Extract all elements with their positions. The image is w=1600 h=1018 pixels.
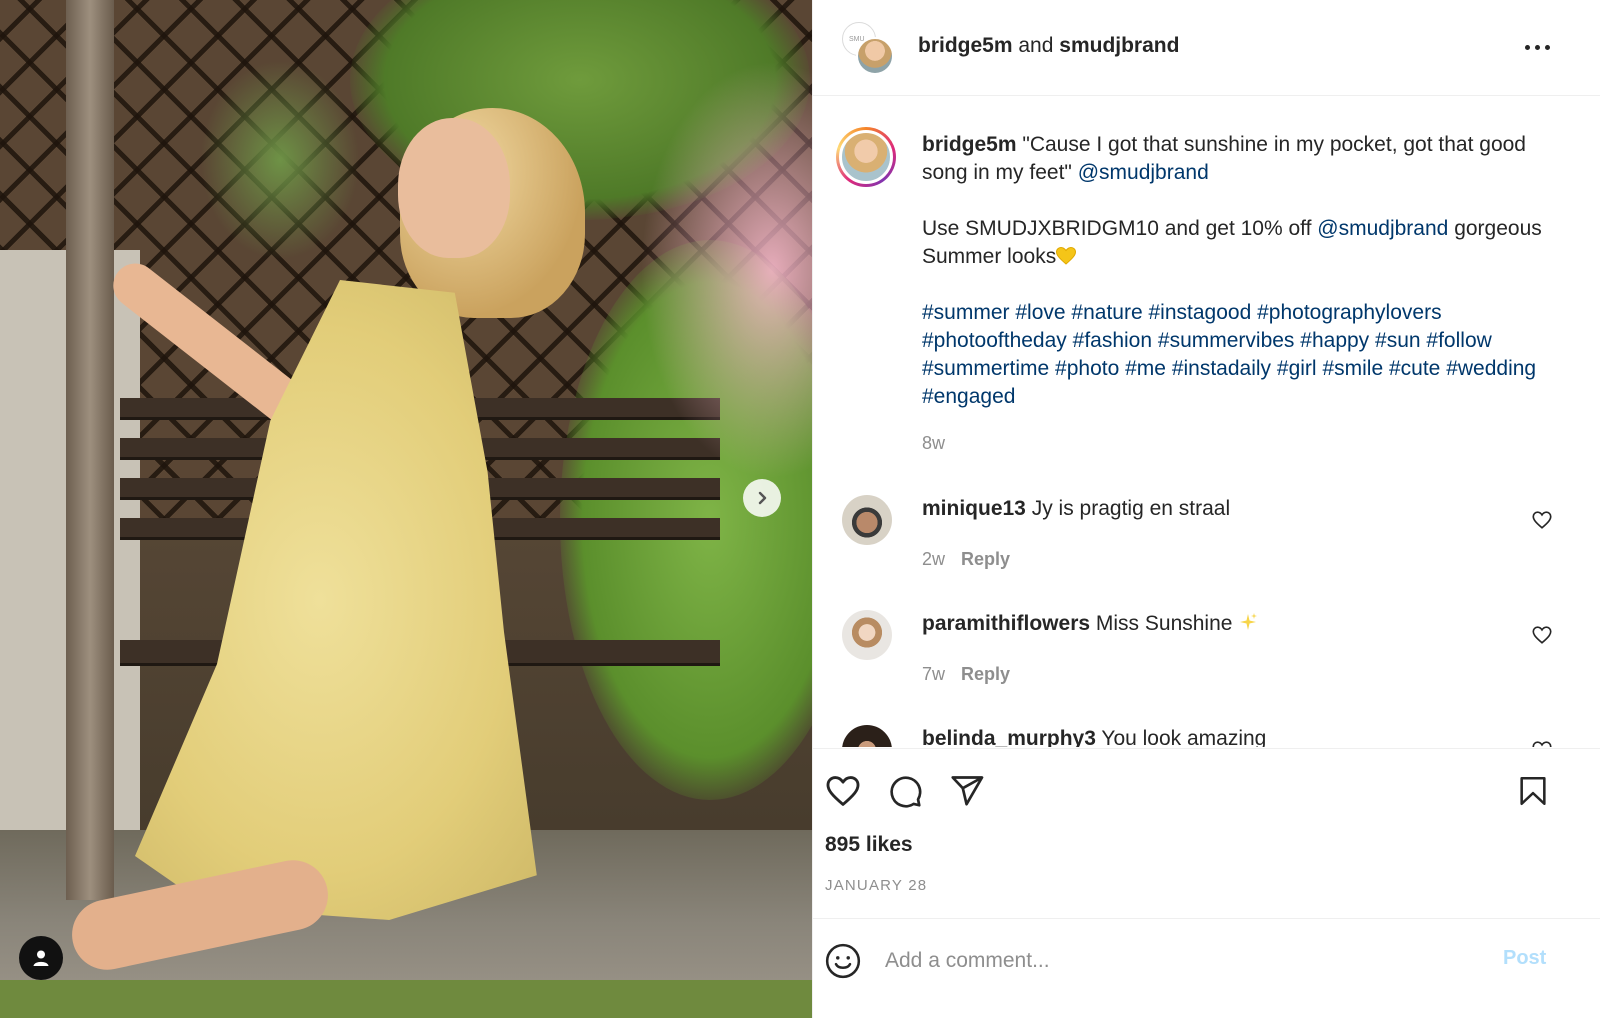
- hashtag-link[interactable]: #fashion: [1073, 329, 1152, 352]
- wooden-post: [66, 0, 114, 900]
- woman-face: [398, 118, 510, 258]
- caption-hashtags: #summer #love #nature #instagood #photog…: [922, 299, 1562, 411]
- caption-avatar-image: [839, 130, 893, 184]
- emoji-picker-button[interactable]: [821, 939, 865, 983]
- caption-mention[interactable]: @smudjbrand: [1317, 217, 1448, 240]
- comment-item: minique13 Jy is pragtig en straal 2w Repl…: [813, 495, 1600, 595]
- smiley-icon: [825, 943, 861, 979]
- likes-count[interactable]: 895 likes: [825, 833, 913, 857]
- post-comment-button[interactable]: Post: [1503, 947, 1546, 970]
- hashtag-link[interactable]: #smile: [1322, 357, 1383, 380]
- hashtag-link[interactable]: #love: [1015, 301, 1065, 324]
- comment-username[interactable]: paramithiflowers: [922, 612, 1090, 635]
- bookmark-icon: [1520, 776, 1546, 806]
- caption-username[interactable]: bridge5m: [922, 133, 1017, 156]
- authors-connector: and: [1018, 34, 1054, 57]
- hashtag-link[interactable]: #cute: [1389, 357, 1440, 380]
- comment-item: paramithiflowers Miss Sunshine 7w Reply: [813, 610, 1600, 710]
- post-date[interactable]: JANUARY 28: [825, 877, 927, 894]
- more-options-button[interactable]: [1515, 30, 1559, 64]
- yellow-heart-icon: [1056, 245, 1077, 265]
- reply-button[interactable]: Reply: [961, 549, 1010, 569]
- tagged-users-button[interactable]: [19, 936, 63, 980]
- comment-meta: 2w Reply: [922, 549, 1010, 570]
- hashtag-link[interactable]: #girl: [1277, 357, 1317, 380]
- hashtag-link[interactable]: #instagood: [1149, 301, 1252, 324]
- hashtag-link[interactable]: #photooftheday: [922, 329, 1067, 352]
- comment-body: Miss Sunshine: [1095, 612, 1233, 635]
- lens-flare: [640, 60, 812, 480]
- hashtag-link[interactable]: #summervibes: [1158, 329, 1295, 352]
- post-authors: bridge5m and smudjbrand: [918, 34, 1179, 58]
- hashtag-link[interactable]: #sun: [1375, 329, 1421, 352]
- hashtag-link[interactable]: #summertime: [922, 357, 1049, 380]
- caption-promo-text: Use SMUDJXBRIDGM10 and get 10% off: [922, 217, 1312, 240]
- more-horizontal-icon: [1524, 44, 1530, 50]
- hashtag-link[interactable]: #instadaily: [1172, 357, 1271, 380]
- comment-input[interactable]: [885, 941, 1485, 981]
- chevron-right-icon: [758, 491, 767, 505]
- comment-text: paramithiflowers Miss Sunshine: [922, 612, 1258, 636]
- comment-username[interactable]: minique13: [922, 497, 1026, 520]
- heart-icon: [1532, 626, 1552, 644]
- hashtag-link[interactable]: #happy: [1300, 329, 1369, 352]
- foliage: [200, 60, 360, 260]
- share-button[interactable]: [945, 769, 989, 813]
- comments-section[interactable]: bridge5m "Cause I got that sunshine in m…: [813, 97, 1600, 747]
- commenter-avatar[interactable]: [842, 495, 892, 545]
- commenter-avatar[interactable]: [842, 610, 892, 660]
- caption-timestamp[interactable]: 8w: [922, 433, 945, 454]
- add-comment-bar: Post: [813, 918, 1600, 1018]
- comment-text: minique13 Jy is pragtig en straal: [922, 497, 1230, 521]
- post-photo: [0, 0, 812, 1018]
- commenter-avatar[interactable]: [842, 725, 892, 747]
- comment-body: Jy is pragtig en straal: [1031, 497, 1231, 520]
- comment-text: belinda_murphy3 You look amazing: [922, 727, 1266, 747]
- hashtag-link[interactable]: #nature: [1071, 301, 1142, 324]
- comment-item: belinda_murphy3 You look amazing: [813, 725, 1600, 747]
- caption-avatar[interactable]: [836, 127, 896, 187]
- carousel-next-button[interactable]: [743, 479, 781, 517]
- author-username[interactable]: bridge5m: [918, 34, 1013, 57]
- caption-paragraph-1: bridge5m "Cause I got that sunshine in m…: [922, 131, 1562, 187]
- comment-meta: 7w Reply: [922, 664, 1010, 685]
- more-horizontal-icon: [1534, 44, 1540, 50]
- caption-mention[interactable]: @smudjbrand: [1078, 161, 1209, 184]
- hashtag-link[interactable]: #wedding: [1446, 357, 1536, 380]
- hashtag-link[interactable]: #follow: [1426, 329, 1491, 352]
- post-actions: 895 likes JANUARY 28: [813, 748, 1600, 918]
- hashtag-link[interactable]: #photographylovers: [1257, 301, 1441, 324]
- hashtag-link[interactable]: #summer: [922, 301, 1010, 324]
- user-icon: [33, 950, 49, 966]
- reply-button[interactable]: Reply: [961, 664, 1010, 684]
- hashtag-link[interactable]: #me: [1125, 357, 1166, 380]
- comment-timestamp[interactable]: 2w: [922, 549, 945, 569]
- comment-username[interactable]: belinda_murphy3: [922, 727, 1096, 747]
- comment-timestamp[interactable]: 7w: [922, 664, 945, 684]
- hashtag-link[interactable]: #photo: [1055, 357, 1119, 380]
- comment-like-button[interactable]: [1531, 739, 1553, 747]
- caption-paragraph-2: Use SMUDJXBRIDGM10 and get 10% off @smud…: [922, 215, 1562, 271]
- post-header: SMU bridge5m and smudjbrand: [813, 0, 1600, 96]
- author-avatar[interactable]: [856, 37, 894, 75]
- collaborator-username[interactable]: smudjbrand: [1059, 34, 1179, 57]
- more-horizontal-icon: [1544, 44, 1550, 50]
- post-side-panel: SMU bridge5m and smudjbrand bridge5m "Ca…: [812, 0, 1600, 1018]
- save-button[interactable]: [1511, 769, 1555, 813]
- heart-icon: [826, 776, 860, 806]
- heart-icon: [1532, 511, 1552, 529]
- comment-bubble-icon: [890, 776, 922, 808]
- hashtag-link[interactable]: #engaged: [922, 385, 1015, 408]
- heart-icon: [1532, 741, 1552, 747]
- grass: [0, 980, 812, 1018]
- comment-body: You look amazing: [1101, 727, 1267, 747]
- paper-plane-icon: [951, 776, 984, 806]
- comment-button[interactable]: [883, 769, 927, 813]
- comment-like-button[interactable]: [1531, 624, 1553, 646]
- like-button[interactable]: [821, 769, 865, 813]
- sparkles-icon: [1240, 613, 1258, 630]
- caption: bridge5m "Cause I got that sunshine in m…: [922, 131, 1562, 411]
- comment-like-button[interactable]: [1531, 509, 1553, 531]
